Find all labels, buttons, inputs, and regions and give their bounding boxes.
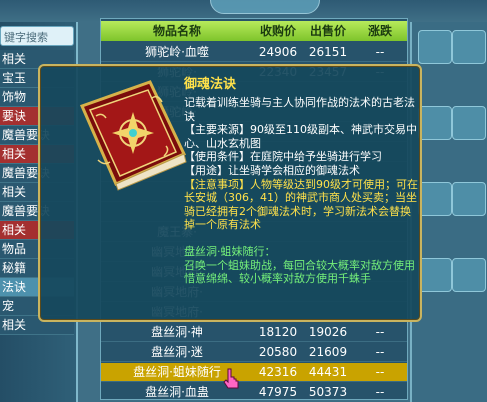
cell-name: 盘丝洞·神	[151, 325, 203, 339]
item-slot[interactable]	[452, 258, 486, 292]
cell-sell: 19026	[308, 325, 348, 339]
item-slot[interactable]	[452, 182, 486, 216]
header-name[interactable]: 物品名称	[101, 21, 253, 41]
cell-buy: 20580	[258, 345, 298, 359]
tooltip-skill: 盘丝洞·蛆妹随行： 召唤一个蛆妹助战，每回合较大概率对敌方使用惜意绵绵、较小概率…	[184, 245, 420, 286]
cell-name: 狮驼岭·血噬	[145, 45, 209, 59]
table-row[interactable]: 盘丝洞·迷 20580 21609 --	[101, 343, 407, 362]
cell-buy: 42316	[258, 365, 298, 379]
item-slot[interactable]	[452, 106, 486, 140]
header-rise[interactable]: 涨跌	[353, 21, 407, 41]
cell-sell: 50373	[308, 385, 348, 399]
table-header: 物品名称 收购价 出售价 涨跌	[101, 21, 407, 41]
cell-name: 盘丝洞·迷	[151, 345, 203, 359]
item-slot[interactable]	[418, 258, 452, 292]
item-slot[interactable]	[418, 182, 452, 216]
cell-sell: 21609	[308, 345, 348, 359]
cell-rise: --	[375, 345, 385, 359]
skill-description: 召唤一个蛆妹助战，每回合较大概率对敌方使用惜意绵绵、较小概率对敌方使用千蛛手	[184, 258, 415, 286]
header-buy[interactable]: 收购价	[253, 21, 303, 41]
header-sell[interactable]: 出售价	[303, 21, 353, 41]
cell-buy: 18120	[258, 325, 298, 339]
table-row[interactable]: 盘丝洞·蛆妹随行 42316 44431 --	[101, 363, 407, 382]
tooltip-use-condition: 【使用条件】在庭院中给予坐骑进行学习	[184, 150, 382, 164]
skill-name: 盘丝洞·蛆妹随行：	[184, 244, 276, 258]
book-icon	[79, 80, 187, 191]
cell-sell: 44431	[308, 365, 348, 379]
hand-cursor-icon	[223, 368, 239, 389]
tooltip-description: 记载着训练坐骑与主人协同作战的法术的古老法诀	[184, 96, 415, 123]
search-input[interactable]: 键字搜索	[0, 26, 74, 46]
tooltip-notice: 【注意事项】人物等级达到90级才可使用；可在长安城（306，41）的神武市商人处…	[184, 177, 418, 232]
tooltip-body: 记载着训练坐骑与主人协同作战的法术的古老法诀 【主要来源】90级至110级副本、…	[184, 96, 420, 286]
cell-sell: 26151	[308, 45, 348, 59]
banner-ornament	[210, 0, 320, 14]
tooltip-source: 【主要来源】90级至110级副本、神武市交易中心、山水玄机图	[184, 123, 417, 150]
item-slot[interactable]	[452, 30, 486, 64]
cell-rise: --	[375, 45, 385, 59]
table-row[interactable]: 盘丝洞·神 18120 19026 --	[101, 323, 407, 342]
item-tooltip: 御魂法诀 记载着训练坐骑与主人协同作战的法术的古老法诀 【主要来源】90级至11…	[38, 64, 422, 322]
cell-rise: --	[375, 365, 385, 379]
item-slot[interactable]	[418, 30, 452, 64]
tooltip-purpose: 【用途】让坐骑学会相应的御魂法术	[184, 163, 360, 177]
table-row[interactable]: 盘丝洞·血蛊 47975 50373 --	[101, 383, 407, 402]
item-slot[interactable]	[418, 106, 452, 140]
table-row[interactable]: 狮驼岭·血噬 24906 26151 --	[101, 43, 407, 62]
cell-rise: --	[375, 385, 385, 399]
tooltip-title: 御魂法诀	[184, 77, 237, 92]
cell-buy: 24906	[258, 45, 298, 59]
cell-rise: --	[375, 325, 385, 339]
cell-buy: 47975	[258, 385, 298, 399]
